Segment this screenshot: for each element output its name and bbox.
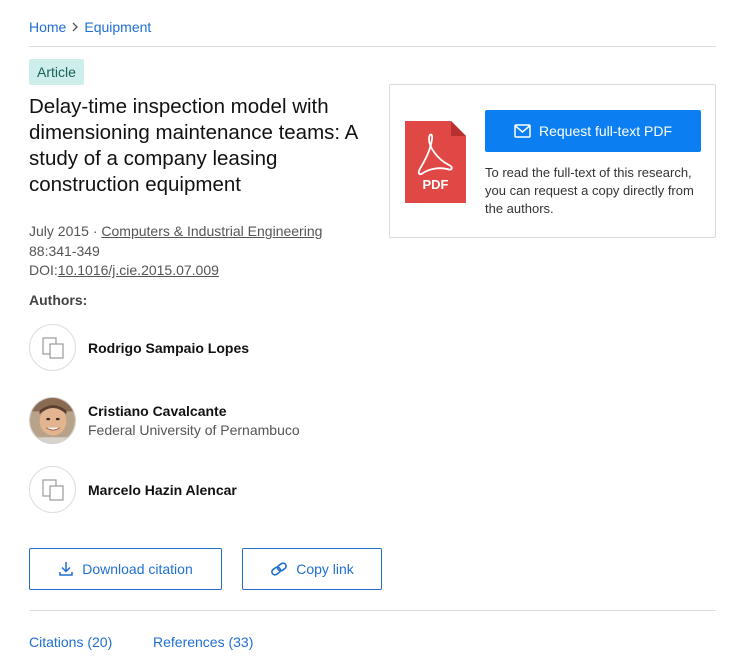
tab-references[interactable]: References (33): [153, 634, 253, 650]
pdf-file-icon: PDF: [405, 121, 466, 203]
mail-icon: [514, 124, 531, 138]
copy-link-button[interactable]: Copy link: [242, 548, 382, 590]
doi-link[interactable]: 10.1016/j.cie.2015.07.009: [58, 262, 219, 278]
author-item[interactable]: Rodrigo Sampaio Lopes: [29, 324, 249, 371]
meta-separator: ·: [88, 223, 102, 239]
pdf-icon-label: PDF: [423, 177, 449, 192]
request-description: To read the full-text of this research, …: [485, 165, 694, 216]
download-citation-button[interactable]: Download citation: [29, 548, 222, 590]
author-name[interactable]: Marcelo Hazin Alencar: [88, 482, 237, 498]
divider: [29, 610, 716, 611]
tab-citations[interactable]: Citations (20): [29, 634, 112, 650]
breadcrumb-home-link[interactable]: Home: [29, 19, 66, 35]
page-title: Delay-time inspection model with dimensi…: [29, 95, 358, 196]
request-full-text-button[interactable]: Request full-text PDF: [485, 110, 701, 152]
link-icon: [271, 562, 288, 576]
authors-label: Authors:: [29, 292, 88, 308]
author-photo: [29, 397, 76, 444]
breadcrumb-equipment-link[interactable]: Equipment: [84, 19, 151, 35]
author-item[interactable]: Marcelo Hazin Alencar: [29, 466, 237, 513]
request-full-text-label: Request full-text PDF: [538, 123, 673, 139]
doi-label: DOI:: [29, 262, 58, 278]
article-type-badge: Article: [29, 59, 84, 85]
copy-link-label: Copy link: [296, 561, 354, 577]
author-item[interactable]: Cristiano Cavalcante Federal University …: [29, 397, 300, 444]
divider: [29, 46, 716, 47]
doi-row: DOI:10.1016/j.cie.2015.07.009: [29, 262, 219, 278]
placeholder-avatar-icon: [29, 324, 76, 371]
placeholder-avatar-icon: [29, 466, 76, 513]
pdf-request-card: PDF Request full-text PDF To read the fu…: [389, 84, 716, 238]
chevron-right-icon: [72, 22, 79, 32]
download-icon: [59, 562, 73, 576]
journal-pages: 88:341-349: [29, 243, 100, 259]
author-name[interactable]: Cristiano Cavalcante: [88, 403, 300, 419]
publication-meta: July 2015 · Computers & Industrial Engin…: [29, 221, 322, 261]
author-affiliation: Federal University of Pernambuco: [88, 422, 300, 438]
journal-link[interactable]: Computers & Industrial Engineering: [101, 223, 322, 239]
breadcrumb: Home Equipment: [29, 19, 151, 35]
author-name[interactable]: Rodrigo Sampaio Lopes: [88, 340, 249, 356]
publication-date: July 2015: [29, 223, 89, 239]
download-citation-label: Download citation: [82, 561, 193, 577]
